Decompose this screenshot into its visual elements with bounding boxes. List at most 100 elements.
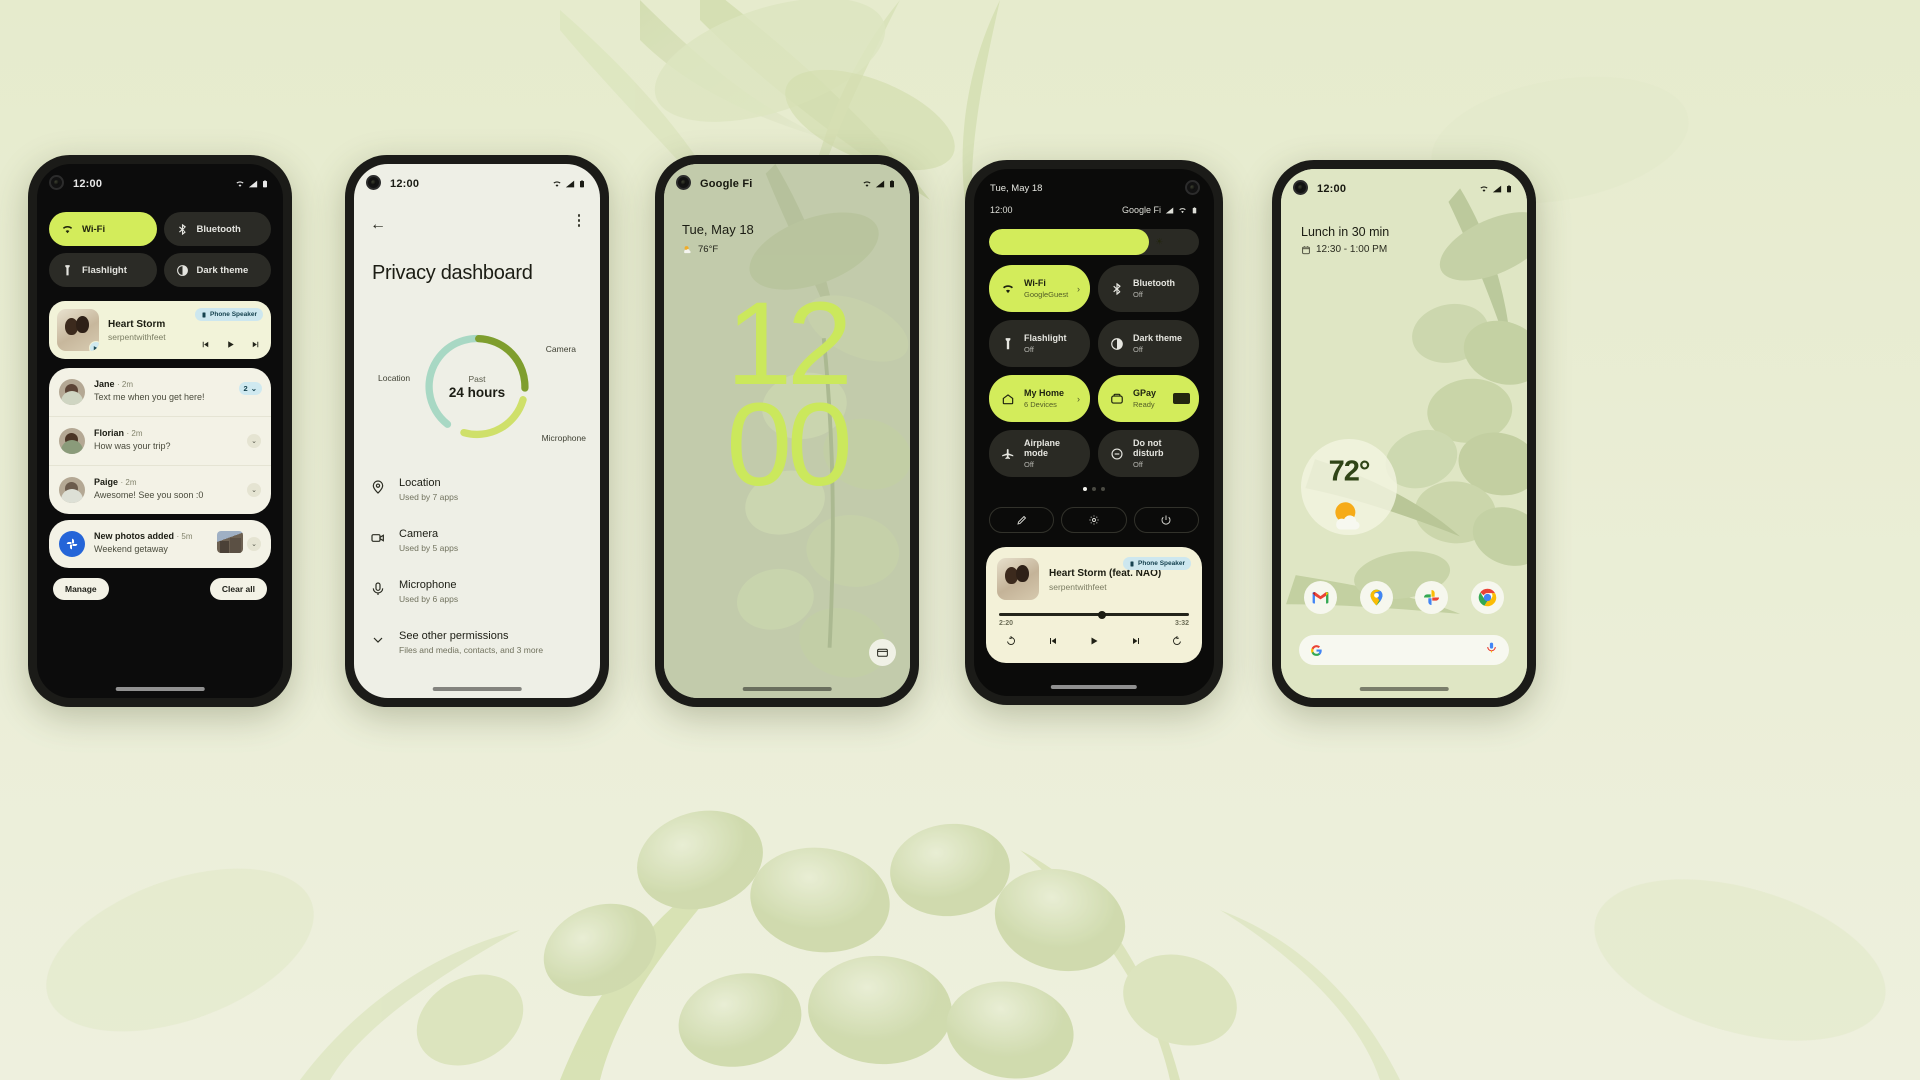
status-carrier: Google Fi <box>700 178 753 190</box>
permission-row-microphone[interactable]: Microphone Used by 6 apps <box>370 566 584 617</box>
quick-tile-my-home-label: My Home <box>1024 388 1065 398</box>
quick-tile-dark-theme[interactable]: Dark theme <box>163 253 271 287</box>
phone-speaker-icon <box>202 312 206 317</box>
replay-10-icon[interactable] <box>1005 635 1017 647</box>
contrast-icon <box>176 264 189 277</box>
play-icon[interactable] <box>1088 635 1100 647</box>
at-a-glance-title: Lunch in 30 min <box>1301 225 1390 239</box>
google-maps-icon[interactable] <box>1359 581 1393 614</box>
permission-row-camera[interactable]: Camera Used by 5 apps <box>370 515 584 566</box>
photos-notification-group: New photos added · 5m Weekend getaway ⌄ <box>49 520 271 568</box>
quick-tile-airplane-mode[interactable]: Airplane mode Off <box>989 430 1090 477</box>
gesture-nav-bar[interactable] <box>742 687 832 691</box>
manage-button[interactable]: Manage <box>53 578 109 600</box>
notification-row[interactable]: Jane · 2m Text me when you get here! 2 ⌄ <box>49 368 271 416</box>
media-controls <box>999 635 1189 647</box>
quick-tile-dark-theme[interactable]: Dark theme Off <box>1098 320 1199 367</box>
quick-tile-wifi[interactable]: Wi-Fi <box>49 212 157 246</box>
chevron-right-icon[interactable]: › <box>1077 284 1080 294</box>
gesture-nav-bar[interactable] <box>115 687 205 691</box>
notification-count-badge[interactable]: 2 ⌄ <box>238 382 262 395</box>
play-icon[interactable] <box>225 339 236 350</box>
quick-tile-flashlight-label: Flashlight <box>1024 333 1067 343</box>
phone2-status-bar: 12:00 <box>354 164 600 204</box>
edit-tiles-button[interactable] <box>989 507 1055 533</box>
notification-header: Paige · 2m <box>94 477 137 487</box>
notification-row[interactable]: New photos added · 5m Weekend getaway ⌄ <box>49 520 271 568</box>
media-times: 2:20 3:32 <box>999 620 1189 627</box>
quick-tile-wifi[interactable]: Wi-Fi GoogleGuest › <box>989 265 1090 312</box>
quick-tile-bluetooth[interactable]: Bluetooth <box>163 212 271 246</box>
microphone-icon <box>370 581 386 597</box>
media-player-card[interactable]: ▶ Heart Storm serpentwithfeet Phone Spea… <box>49 301 271 359</box>
phone-home-screen: 12:00 Lunch in 30 min 12:30 - 1:00 PM 72… <box>1272 160 1536 707</box>
quick-tile-text: GPay Ready <box>1133 388 1156 409</box>
clear-all-button[interactable]: Clear all <box>209 578 267 600</box>
previous-icon[interactable] <box>1047 635 1059 647</box>
wallet-shortcut-button[interactable] <box>869 639 896 666</box>
next-icon[interactable] <box>1130 635 1142 647</box>
quick-tile-my-home[interactable]: My Home 6 Devices › <box>989 375 1090 422</box>
back-arrow-icon[interactable]: ← <box>370 216 386 234</box>
gesture-nav-bar[interactable] <box>1050 685 1138 689</box>
output-device-chip[interactable]: Phone Speaker <box>195 308 263 321</box>
permission-name: Location <box>399 477 441 489</box>
previous-icon[interactable] <box>200 339 211 350</box>
permissions-list: Location Used by 7 apps Camera Used by 5… <box>370 464 584 668</box>
chrome-svg <box>1478 588 1497 607</box>
settings-button[interactable] <box>1061 507 1127 533</box>
weather-widget[interactable]: 72° <box>1301 439 1397 535</box>
quick-tile-gpay-sub: Ready <box>1133 400 1155 409</box>
expand-chevron-icon[interactable]: ⌄ <box>247 483 261 497</box>
notification-panel: Jane · 2m Text me when you get here! 2 ⌄ <box>49 368 271 682</box>
microphone-icon[interactable] <box>1485 641 1498 659</box>
power-button[interactable] <box>1133 507 1199 533</box>
seek-knob[interactable] <box>1097 610 1106 619</box>
permission-subtitle: Files and media, contacts, and 3 more <box>399 645 544 655</box>
chevron-right-icon[interactable]: › <box>1077 394 1080 404</box>
notification-time: 2m <box>131 429 143 438</box>
contrast-icon <box>1110 337 1124 351</box>
expand-chevron-icon[interactable]: ⌄ <box>247 434 261 448</box>
edit-pencil-icon <box>1017 515 1026 525</box>
notification-header: Jane · 2m <box>94 379 134 389</box>
quick-settings-date: Tue, May 18 <box>990 183 1043 194</box>
gmail-icon[interactable] <box>1303 581 1337 614</box>
overflow-menu-icon[interactable] <box>577 214 580 227</box>
brightness-slider[interactable]: ☀ <box>989 229 1199 255</box>
media-controls <box>200 339 261 350</box>
google-photos-icon[interactable] <box>1415 581 1449 614</box>
quick-tile-gpay[interactable]: GPay Ready <box>1098 375 1199 422</box>
gesture-nav-bar[interactable] <box>1359 687 1449 691</box>
quick-tile-flashlight[interactable]: Flashlight <box>49 253 157 287</box>
google-search-bar[interactable] <box>1299 635 1509 665</box>
expand-chevron-icon[interactable]: ⌄ <box>247 537 261 551</box>
page-indicator-dots[interactable] <box>974 487 1214 491</box>
signal-icon <box>1492 185 1502 193</box>
status-carrier: Google Fi <box>1121 205 1161 215</box>
permission-row-location[interactable]: Location Used by 7 apps <box>370 464 584 515</box>
notification-actions: Manage Clear all <box>49 568 271 600</box>
quick-tile-airplane-sub: Off <box>1024 460 1034 469</box>
notification-row[interactable]: Florian · 2m How was your trip? ⌄ <box>49 416 271 465</box>
output-device-chip[interactable]: Phone Speaker <box>1123 557 1191 570</box>
quick-tile-flashlight[interactable]: Flashlight Off <box>989 320 1090 367</box>
at-a-glance-widget[interactable]: Lunch in 30 min 12:30 - 1:00 PM <box>1301 225 1389 255</box>
gesture-nav-bar[interactable] <box>432 687 522 691</box>
phone-quick-settings: Tue, May 18 12:00 Google Fi ☀ Wi-Fi Goog… <box>965 160 1223 705</box>
media-seek-bar[interactable] <box>999 610 1189 619</box>
notification-body: Florian · 2m How was your trip? <box>94 428 261 451</box>
quick-tile-bluetooth[interactable]: Bluetooth Off <box>1098 265 1199 312</box>
media-player-card[interactable]: Phone Speaker Heart Storm (feat. NAO) se… <box>986 547 1202 663</box>
quick-tile-do-not-disturb[interactable]: Do not disturb Off <box>1098 430 1199 477</box>
wifi-icon <box>1480 186 1488 192</box>
chrome-icon[interactable] <box>1471 581 1505 614</box>
photos-svg <box>1424 589 1440 606</box>
phone-lock-screen: Google Fi Tue, May 18 76°F 12 00 <box>655 155 919 707</box>
permission-row-see-other[interactable]: See other permissions Files and media, c… <box>370 617 584 668</box>
quick-tile-bluetooth-label: Bluetooth <box>196 223 241 235</box>
next-icon[interactable] <box>250 339 261 350</box>
weather-temperature: 72° <box>1328 455 1371 488</box>
notification-row[interactable]: Paige · 2m Awesome! See you soon :0 ⌄ <box>49 465 271 514</box>
forward-10-icon[interactable] <box>1171 635 1183 647</box>
